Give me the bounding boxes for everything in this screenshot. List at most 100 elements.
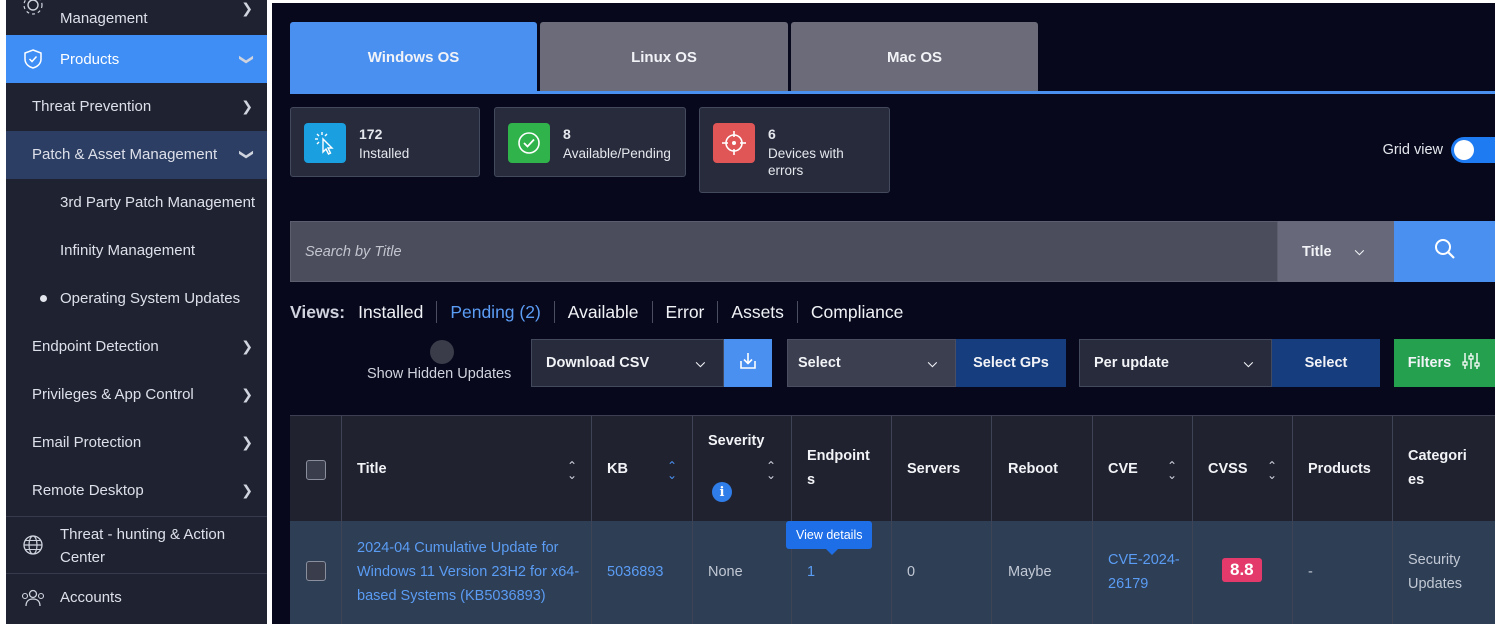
view-available[interactable]: Available	[553, 301, 652, 323]
download-button[interactable]	[724, 339, 772, 387]
column-divider	[891, 521, 892, 624]
column-divider	[1192, 416, 1193, 521]
download-csv-select[interactable]: Download CSV ⌵	[531, 339, 724, 387]
view-error[interactable]: Error	[651, 301, 718, 323]
chevron-right-icon: ❯	[241, 0, 253, 16]
row-endpoints-link[interactable]: 1	[807, 560, 815, 584]
header-categories[interactable]: Categories	[1408, 444, 1473, 492]
select-button[interactable]: Select	[1272, 339, 1380, 387]
sidebar-item-remote-desktop[interactable]: Remote Desktop ❯	[6, 467, 267, 515]
cursor-click-icon	[304, 123, 346, 163]
table-row[interactable]: 2024-04 Cumulative Update for Windows 11…	[290, 521, 1495, 624]
column-divider	[1292, 416, 1293, 521]
header-title[interactable]: Title	[357, 457, 387, 481]
header-endpoints[interactable]: Endpoints	[807, 444, 877, 492]
column-divider	[341, 521, 342, 624]
main-panel: Windows OS Linux OS Mac OS 172 Installed…	[272, 3, 1495, 624]
row-checkbox[interactable]	[306, 561, 326, 581]
summary-card-installed[interactable]: 172 Installed	[290, 107, 480, 177]
select-gps-button[interactable]: Select GPs	[956, 339, 1066, 387]
header-products[interactable]: Products	[1308, 457, 1371, 481]
group-select[interactable]: Select ⌵	[787, 339, 956, 387]
search-input[interactable]	[291, 222, 1277, 281]
row-kb-link[interactable]: 5036893	[607, 560, 663, 584]
shield-icon	[20, 46, 46, 72]
sidebar-item-endpoint-detection[interactable]: Endpoint Detection ❯	[6, 323, 267, 371]
summary-card-available[interactable]: 8 Available/Pending	[494, 107, 686, 177]
show-hidden-toggle[interactable]	[430, 340, 454, 364]
search-field-value: Title	[1302, 243, 1332, 260]
tab-mac-os[interactable]: Mac OS	[791, 22, 1038, 92]
sidebar-item-privileges[interactable]: Privileges & App Control ❯	[6, 371, 267, 419]
per-update-select[interactable]: Per update ⌵	[1079, 339, 1272, 387]
per-update-value: Per update	[1094, 355, 1169, 371]
view-compliance[interactable]: Compliance	[796, 301, 916, 323]
sidebar-item-label: Remote Desktop	[32, 482, 144, 499]
column-divider	[341, 416, 342, 521]
summary-card-errors[interactable]: 6 Devices with errors	[699, 107, 890, 193]
sidebar-item-label: Operating System Updates	[60, 290, 241, 307]
row-cve-link[interactable]: CVE-2024-26179	[1108, 548, 1184, 596]
row-reboot: Maybe	[1008, 564, 1052, 580]
chevron-down-icon: ⌵	[1243, 355, 1253, 370]
search-button[interactable]	[1394, 221, 1495, 282]
header-reboot[interactable]: Reboot	[1008, 457, 1058, 481]
sidebar-item-products[interactable]: Products ❯	[6, 35, 267, 83]
row-title-link[interactable]: 2024-04 Cumulative Update for Windows 11…	[357, 536, 582, 608]
sort-icon[interactable]: ⌃ ⌄	[1267, 460, 1277, 481]
sidebar-item-patch-asset-management[interactable]: Patch & Asset Management ❯	[6, 131, 267, 179]
views-bar: Views: Installed Pending (2) Available E…	[290, 301, 916, 323]
header-servers[interactable]: Servers	[907, 457, 960, 481]
chevron-right-icon: ❯	[241, 98, 253, 114]
row-products: -	[1308, 564, 1313, 580]
sidebar-item-infinity-management[interactable]: Infinity Management	[6, 227, 267, 275]
sliders-icon	[1461, 351, 1481, 375]
tab-windows-os[interactable]: Windows OS	[290, 22, 537, 92]
sidebar-item-threat-prevention[interactable]: Threat Prevention ❯	[6, 83, 267, 131]
tab-linux-os[interactable]: Linux OS	[540, 22, 788, 92]
header-kb[interactable]: KB	[607, 457, 628, 481]
sort-icon[interactable]: ⌃ ⌄	[667, 460, 677, 481]
sort-icon[interactable]: ⌃ ⌄	[766, 460, 776, 481]
column-divider	[591, 416, 592, 521]
view-pending[interactable]: Pending (2)	[436, 301, 553, 323]
sidebar-item-management[interactable]: Management ❯	[6, 0, 267, 33]
info-icon[interactable]: i	[712, 482, 732, 502]
sidebar-item-label: Privileges & App Control	[32, 386, 194, 403]
tab-underline	[290, 91, 1495, 94]
sidebar-item-threat-hunting[interactable]: Threat - hunting & Action Center	[6, 517, 267, 572]
sidebar-item-label: Infinity Management	[60, 242, 196, 259]
sidebar-item-label: Accounts	[60, 589, 122, 606]
sidebar-item-label: Patch & Asset Management	[32, 146, 218, 163]
sidebar-item-accounts[interactable]: Accounts	[6, 574, 267, 622]
grid-view-toggle-group: Grid view	[1383, 137, 1495, 163]
chevron-right-icon: ❯	[241, 386, 253, 402]
select-all-checkbox[interactable]	[306, 460, 326, 480]
errors-count: 6	[768, 126, 776, 142]
view-assets[interactable]: Assets	[717, 301, 797, 323]
show-hidden-label: Show Hidden Updates	[367, 366, 512, 382]
column-divider	[692, 521, 693, 624]
filters-button[interactable]: Filters	[1394, 339, 1495, 387]
chevron-down-icon: ⌵	[695, 355, 705, 370]
cvss-badge: 8.8	[1222, 558, 1262, 582]
group-select-value: Select	[798, 355, 841, 371]
sidebar-item-os-updates[interactable]: Operating System Updates	[6, 275, 267, 323]
grid-view-toggle[interactable]	[1451, 137, 1495, 163]
sidebar-item-email-protection[interactable]: Email Protection ❯	[6, 419, 267, 467]
sidebar-item-label: 3rd Party Patch Management	[60, 194, 256, 211]
sidebar-item-label: Products	[60, 51, 120, 68]
sidebar-item-3rd-party-patch[interactable]: 3rd Party Patch Management	[6, 179, 267, 227]
column-divider	[1192, 521, 1193, 624]
sort-icon[interactable]: ⌃ ⌄	[1167, 460, 1177, 481]
search-field-select[interactable]: Title ⌵	[1278, 221, 1394, 282]
chevron-right-icon: ❯	[241, 482, 253, 498]
header-cve[interactable]: CVE	[1108, 457, 1138, 481]
header-cvss[interactable]: CVSS	[1208, 457, 1248, 481]
sort-icon[interactable]: ⌃ ⌄	[567, 460, 577, 481]
view-installed[interactable]: Installed	[358, 301, 436, 323]
column-divider	[1292, 521, 1293, 624]
column-divider	[591, 521, 592, 624]
header-severity[interactable]: Severity	[708, 429, 768, 453]
column-divider	[991, 521, 992, 624]
